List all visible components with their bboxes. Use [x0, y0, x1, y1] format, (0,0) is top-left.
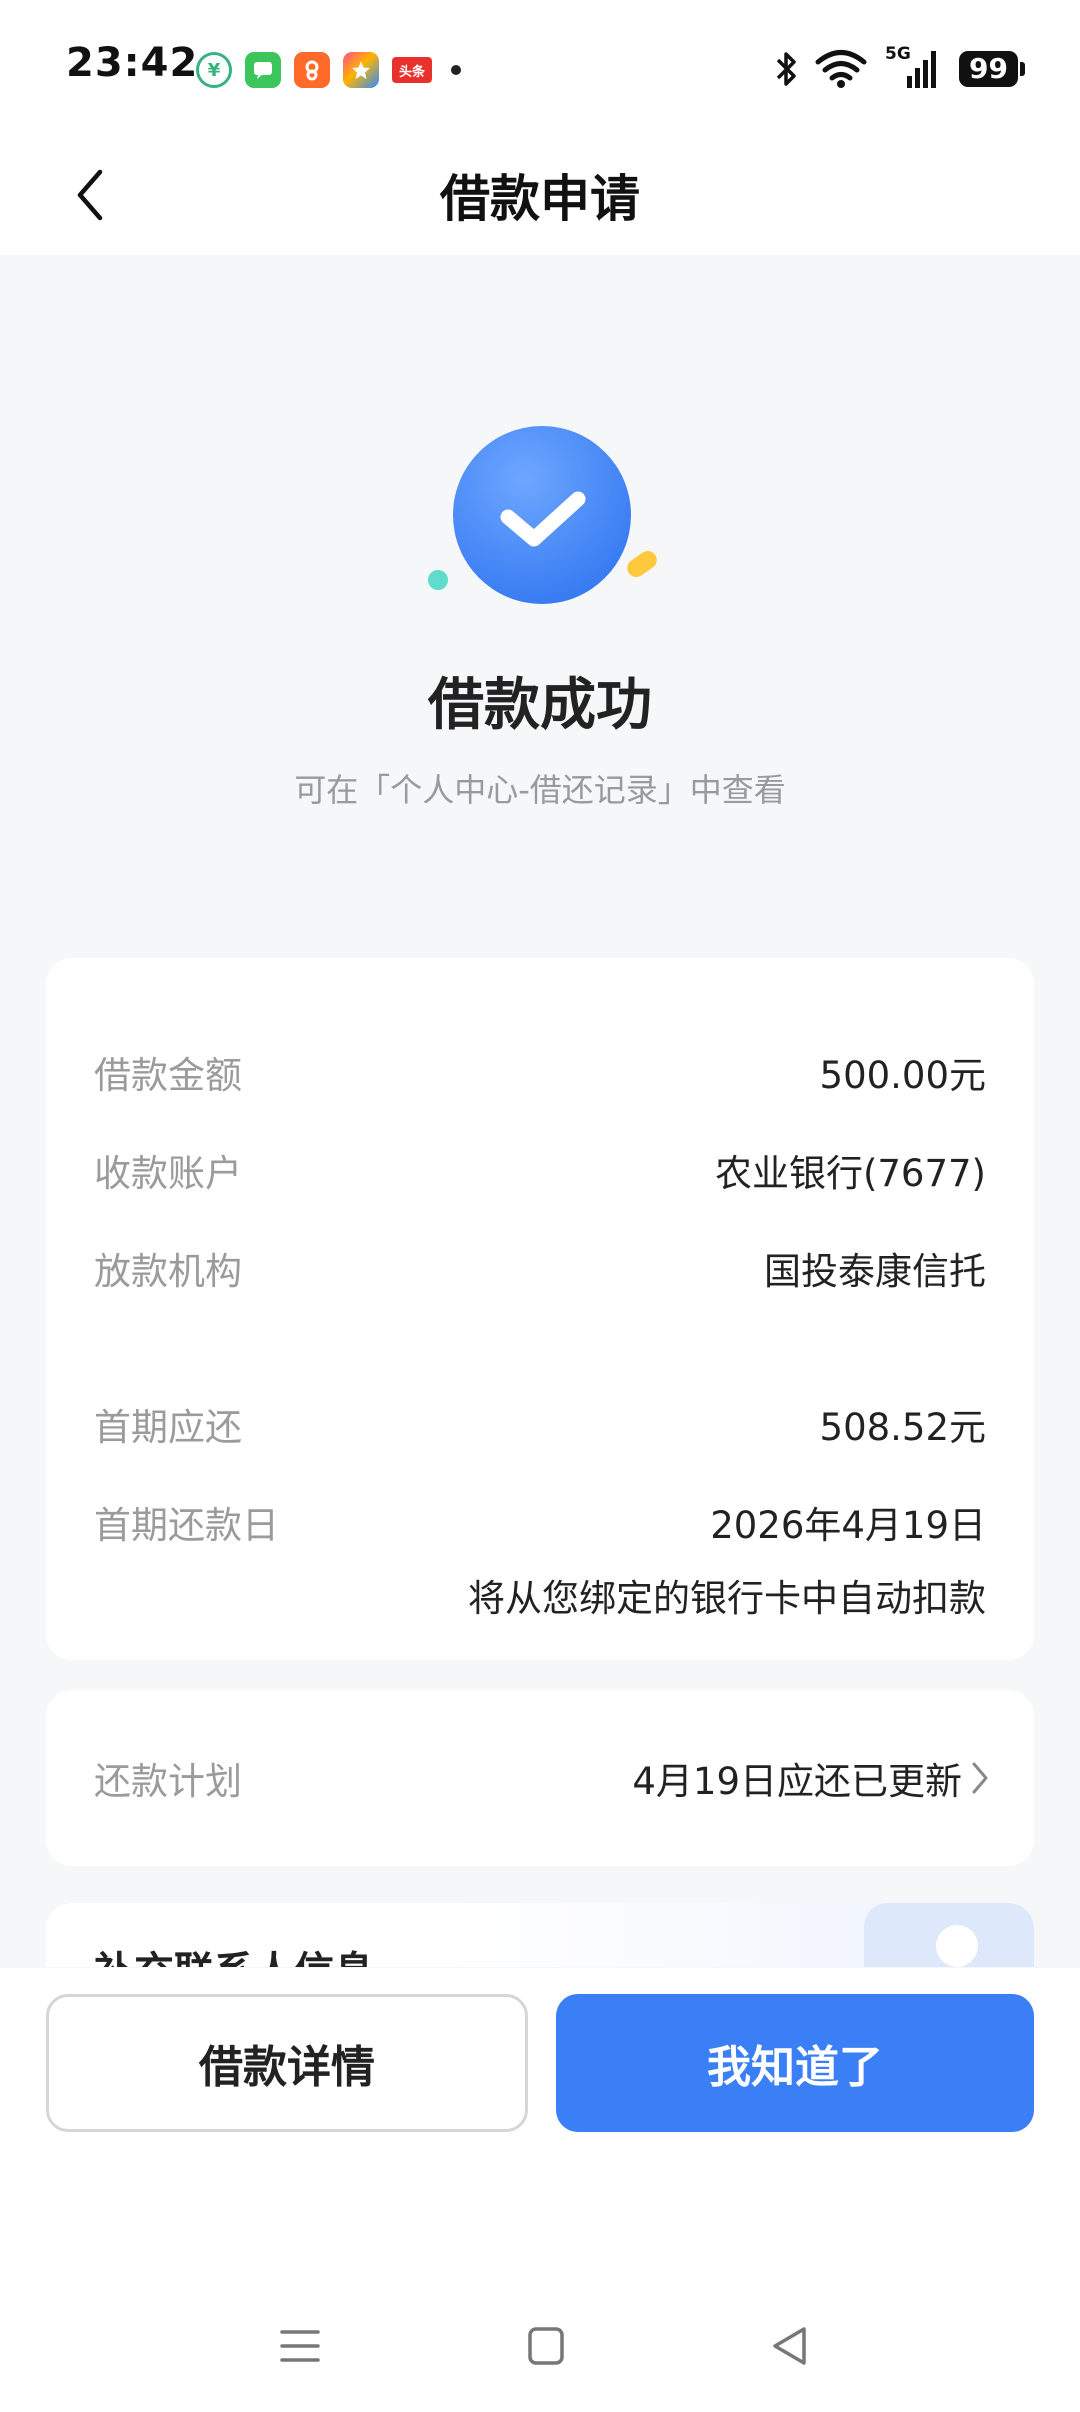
back-triangle-icon[interactable] [770, 2324, 810, 2368]
loan-info-card: 借款金额 500.00元 收款账户 农业银行(7677) 放款机构 国投泰康信托… [46, 958, 1034, 1660]
nav-bar: 借款申请 [0, 135, 1080, 255]
info-row-first-payment: 首期应还 508.52元 [94, 1396, 986, 1452]
wifi-icon [815, 50, 867, 88]
notification-dot [451, 65, 461, 75]
loan-details-button[interactable]: 借款详情 [46, 1994, 528, 2132]
info-label: 借款金额 [94, 1054, 242, 1097]
got-it-button[interactable]: 我知道了 [556, 1994, 1034, 2132]
status-app-icons: ¥ 头条 [196, 52, 461, 88]
status-indicators: 5G 99 [775, 44, 1025, 90]
system-nav-bar [0, 2310, 1080, 2390]
status-time: 23:42 [66, 40, 199, 86]
info-row-account: 收款账户 农业银行(7677) [94, 1142, 986, 1198]
info-row-amount: 借款金额 500.00元 [94, 1044, 986, 1100]
auto-debit-note: 将从您绑定的银行卡中自动扣款 [468, 1577, 986, 1620]
info-value: 农业银行(7677) [714, 1152, 986, 1195]
plan-status: 4月19日应还已更新 [632, 1760, 962, 1803]
info-label: 收款账户 [94, 1152, 242, 1195]
contact-title: 补充联系人信息 [94, 1939, 374, 1967]
home-icon[interactable] [527, 2324, 565, 2368]
info-value: 国投泰康信托 [764, 1250, 986, 1293]
messages-app-icon [245, 52, 281, 88]
info-label: 放款机构 [94, 1250, 242, 1293]
contact-info-card[interactable]: 补充联系人信息 [46, 1903, 1034, 1967]
info-row-lender: 放款机构 国投泰康信托 [94, 1240, 986, 1296]
contact-decoration-circle [936, 1925, 978, 1967]
page-title: 借款申请 [440, 170, 640, 228]
repayment-plan-card[interactable]: 还款计划 4月19日应还已更新 [46, 1690, 1034, 1866]
bluetooth-icon [776, 52, 796, 86]
screen: 23:42 ¥ 头条 5G 99 借款申请 借款成功 可在「个人中心-借还记录」… [0, 0, 1080, 2412]
info-label: 首期还款日 [94, 1504, 279, 1547]
repayment-plan-row[interactable]: 还款计划 4月19日应还已更新 [94, 1750, 990, 1806]
app-icon-1: ¥ [196, 52, 232, 88]
status-bar: 23:42 ¥ 头条 5G 99 [0, 0, 1080, 135]
info-value: 508.52元 [819, 1406, 986, 1449]
info-value: 2026年4月19日 [710, 1504, 986, 1547]
info-row-first-due-date: 首期还款日 2026年4月19日 [94, 1494, 986, 1550]
app-icon-4 [343, 52, 379, 88]
toutiao-app-icon: 头条 [392, 57, 432, 83]
cellular-signal-icon: 5G [885, 44, 941, 90]
battery-indicator: 99 [959, 51, 1025, 87]
info-value: 500.00元 [819, 1054, 986, 1097]
success-check-icon [428, 426, 657, 604]
menu-icon[interactable] [280, 2324, 320, 2368]
plan-label: 还款计划 [94, 1760, 242, 1803]
result-subtitle: 可在「个人中心-借还记录」中查看 [294, 771, 786, 809]
chevron-right-icon [972, 1762, 988, 1794]
plan-link[interactable]: 4月19日应还已更新 [632, 1751, 990, 1805]
app-icon-3 [294, 52, 330, 88]
info-label: 首期应还 [94, 1406, 242, 1449]
result-title: 借款成功 [428, 673, 652, 738]
